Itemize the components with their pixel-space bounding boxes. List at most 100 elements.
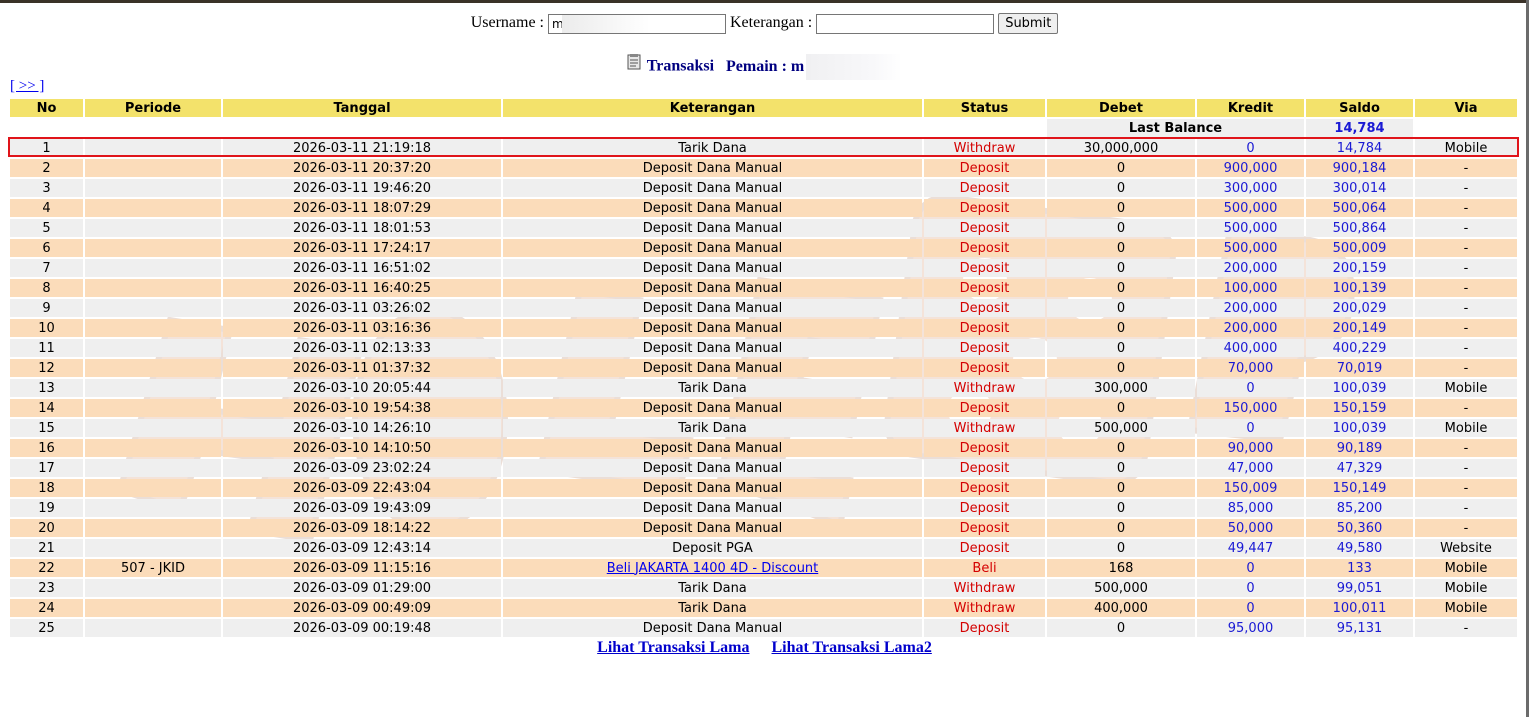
row-keterangan: Deposit Dana Manual [503,439,922,457]
row-via: - [1415,479,1517,497]
row-periode [85,279,221,297]
row-status: Deposit [924,259,1045,277]
submit-button[interactable]: Submit [998,13,1059,34]
row-no: 11 [10,339,83,357]
table-row: 17 2026-03-09 23:02:24 Deposit Dana Manual… [10,459,1517,477]
keterangan-label: Keterangan : [730,14,813,32]
row-kredit: 85,000 [1197,499,1304,517]
row-status: Deposit [924,319,1045,337]
row-kredit: 900,000 [1197,159,1304,177]
row-tanggal: 2026-03-11 03:16:36 [223,319,501,337]
transaction-table: No Periode Tanggal Keterangan Status Deb… [8,97,1519,639]
row-keterangan: Beli JAKARTA 1400 4D - Discount [503,559,922,577]
row-via: - [1415,359,1517,377]
row-tanggal: 2026-03-11 03:26:02 [223,299,501,317]
table-row: 25 2026-03-09 00:19:48 Deposit Dana Manual… [10,619,1517,637]
old-transactions-link[interactable]: Lihat Transaksi Lama [597,639,749,656]
row-status: Withdraw [924,579,1045,597]
row-kredit: 0 [1197,419,1304,437]
row-debet: 300,000 [1047,379,1195,397]
row-via: - [1415,619,1517,637]
table-header-row: No Periode Tanggal Keterangan Status Deb… [10,99,1517,117]
row-no: 17 [10,459,83,477]
row-tanggal: 2026-03-11 21:19:18 [223,139,501,157]
table-row: 13 2026-03-10 20:05:44 Tarik Dana Withdraw 3… [10,379,1517,397]
row-status: Deposit [924,179,1045,197]
row-via: - [1415,259,1517,277]
row-debet: 500,000 [1047,419,1195,437]
row-saldo: 150,149 [1306,479,1413,497]
row-debet: 0 [1047,399,1195,417]
row-saldo: 50,360 [1306,519,1413,537]
row-kredit: 49,447 [1197,539,1304,557]
col-header-status: Status [924,99,1045,117]
row-periode [85,379,221,397]
next-page-link[interactable]: [ >> ] [10,78,44,95]
last-balance-spacer [10,119,1045,137]
row-saldo: 95,131 [1306,619,1413,637]
row-keterangan: Deposit Dana Manual [503,159,922,177]
row-kredit: 0 [1197,599,1304,617]
row-no: 13 [10,379,83,397]
row-no: 19 [10,499,83,517]
row-kredit: 500,000 [1197,219,1304,237]
row-no: 4 [10,199,83,217]
row-via: - [1415,459,1517,477]
row-status: Deposit [924,439,1045,457]
row-status: Deposit [924,199,1045,217]
row-tanggal: 2026-03-09 01:29:00 [223,579,501,597]
row-periode: 507 - JKID [85,559,221,577]
page-title: Transaksi Pemain : m [0,54,1529,80]
row-no: 21 [10,539,83,557]
row-saldo: 900,184 [1306,159,1413,177]
row-via: - [1415,319,1517,337]
row-periode [85,499,221,517]
table-row: 6 2026-03-11 17:24:17 Deposit Dana Manual D… [10,239,1517,257]
row-debet: 0 [1047,279,1195,297]
row-no: 25 [10,619,83,637]
row-no: 9 [10,299,83,317]
row-via: - [1415,299,1517,317]
row-kredit: 200,000 [1197,319,1304,337]
row-periode [85,439,221,457]
row-via: - [1415,239,1517,257]
row-tanggal: 2026-03-09 11:15:16 [223,559,501,577]
row-via: - [1415,179,1517,197]
row-kredit: 300,000 [1197,179,1304,197]
row-status: Deposit [924,479,1045,497]
keterangan-input[interactable] [816,13,995,34]
col-header-kredit: Kredit [1197,99,1304,117]
row-status: Beli [924,559,1045,577]
row-status: Deposit [924,539,1045,557]
row-kredit: 0 [1197,579,1304,597]
row-periode [85,359,221,377]
row-keterangan: Deposit Dana Manual [503,399,922,417]
row-periode [85,419,221,437]
row-kredit: 200,000 [1197,259,1304,277]
row-tanggal: 2026-03-09 18:14:22 [223,519,501,537]
old-transactions-link-2[interactable]: Lihat Transaksi Lama2 [772,639,932,656]
row-debet: 0 [1047,499,1195,517]
row-keterangan: Deposit Dana Manual [503,459,922,477]
row-keterangan: Tarik Dana [503,579,922,597]
row-debet: 0 [1047,619,1195,637]
row-debet: 0 [1047,339,1195,357]
table-row: 16 2026-03-10 14:10:50 Deposit Dana Manual… [10,439,1517,457]
row-status: Deposit [924,359,1045,377]
row-via: Mobile [1415,379,1517,397]
row-saldo: 100,039 [1306,379,1413,397]
bet-detail-link[interactable]: Beli JAKARTA 1400 4D - Discount [607,561,819,576]
row-via: Mobile [1415,559,1517,577]
row-saldo: 90,189 [1306,439,1413,457]
row-periode [85,219,221,237]
row-debet: 168 [1047,559,1195,577]
search-form: Username : Keterangan : Submit [0,13,1529,37]
table-row: 1 2026-03-11 21:19:18 Tarik Dana Withdraw 30… [10,139,1517,157]
redacted-username [562,14,650,33]
row-periode [85,199,221,217]
row-tanggal: 2026-03-11 16:40:25 [223,279,501,297]
row-periode [85,179,221,197]
row-no: 1 [10,139,83,157]
row-via: - [1415,339,1517,357]
row-saldo: 100,011 [1306,599,1413,617]
